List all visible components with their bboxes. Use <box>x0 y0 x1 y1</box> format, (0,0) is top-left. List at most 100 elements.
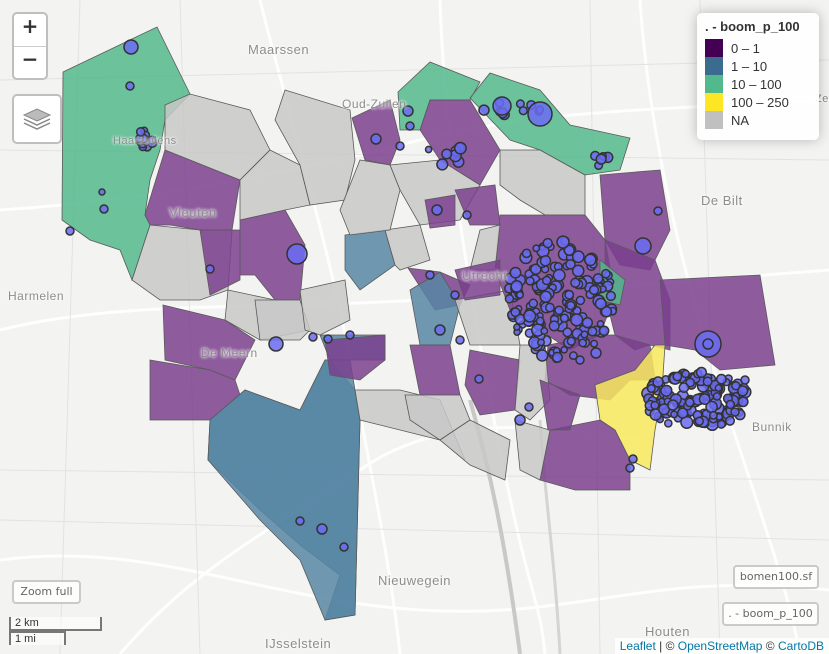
tree-point[interactable] <box>730 407 740 417</box>
tree-point[interactable] <box>595 153 607 165</box>
tree-point[interactable] <box>539 255 552 267</box>
tree-point[interactable] <box>556 235 570 249</box>
tree-point[interactable] <box>521 248 532 259</box>
tree-point[interactable] <box>592 273 604 284</box>
tree-point[interactable] <box>695 366 708 379</box>
tree-point[interactable] <box>694 416 704 426</box>
tree-point[interactable] <box>650 400 660 410</box>
tree-point[interactable] <box>660 384 673 397</box>
tree-point[interactable] <box>478 104 490 116</box>
tree-point[interactable] <box>339 542 349 552</box>
tree-point[interactable] <box>678 382 690 393</box>
leaflet-link[interactable]: Leaflet <box>620 639 656 653</box>
tree-point[interactable] <box>712 392 722 401</box>
tree-point[interactable] <box>540 327 549 335</box>
tree-point[interactable] <box>532 244 541 253</box>
tree-point[interactable] <box>670 410 679 419</box>
tree-point[interactable] <box>528 298 539 309</box>
tree-point[interactable] <box>698 393 711 406</box>
tree-point[interactable] <box>566 336 576 346</box>
tree-point[interactable] <box>518 106 528 116</box>
tree-point[interactable] <box>564 289 575 300</box>
tree-point[interactable] <box>539 290 552 304</box>
tree-point[interactable] <box>474 374 484 384</box>
tree-point[interactable] <box>424 145 433 154</box>
tree-point[interactable] <box>714 384 723 392</box>
tree-point[interactable] <box>598 325 610 337</box>
tree-point[interactable] <box>653 206 663 216</box>
tree-point[interactable] <box>663 418 673 428</box>
tree-point[interactable] <box>450 290 460 300</box>
tree-point[interactable] <box>524 402 534 412</box>
tree-point[interactable] <box>587 326 598 337</box>
tree-point[interactable] <box>513 323 521 331</box>
tree-point[interactable] <box>562 327 573 338</box>
tree-point[interactable] <box>588 284 600 296</box>
tree-point[interactable] <box>286 243 308 265</box>
tree-point[interactable] <box>544 302 555 313</box>
tree-point[interactable] <box>583 253 597 267</box>
tree-point[interactable] <box>492 96 512 116</box>
tree-point[interactable] <box>323 334 333 344</box>
tree-point[interactable] <box>575 295 586 306</box>
tree-point[interactable] <box>405 121 415 131</box>
tree-point[interactable] <box>455 335 465 345</box>
osm-link[interactable]: OpenStreetMap <box>678 639 763 653</box>
tree-point[interactable] <box>559 313 570 323</box>
tree-point[interactable] <box>205 264 215 274</box>
tree-point[interactable] <box>125 81 135 91</box>
tree-point[interactable] <box>575 355 585 365</box>
tree-point[interactable] <box>65 226 75 236</box>
tree-point[interactable] <box>580 330 589 339</box>
tree-point[interactable] <box>590 339 599 348</box>
tree-point[interactable] <box>570 313 584 327</box>
tree-point[interactable] <box>566 300 576 311</box>
tree-point[interactable] <box>345 330 355 340</box>
tree-point[interactable] <box>504 294 515 304</box>
tree-point[interactable] <box>527 101 553 127</box>
tree-point[interactable] <box>628 454 638 464</box>
tree-point[interactable] <box>731 380 741 391</box>
tree-point[interactable] <box>525 276 535 286</box>
tree-point[interactable] <box>548 320 560 332</box>
tree-point[interactable] <box>565 258 576 270</box>
tree-point[interactable] <box>551 351 563 363</box>
tree-point[interactable] <box>425 270 435 280</box>
tree-point[interactable] <box>708 410 718 420</box>
tree-point[interactable] <box>509 266 522 279</box>
tree-point[interactable] <box>581 317 594 329</box>
tree-point[interactable] <box>268 336 284 352</box>
tree-point[interactable] <box>395 141 405 151</box>
tree-point[interactable] <box>702 338 714 350</box>
tree-point[interactable] <box>542 237 553 249</box>
tree-point[interactable] <box>590 347 602 359</box>
tree-point[interactable] <box>436 158 449 171</box>
tree-point[interactable] <box>702 376 713 387</box>
tree-point[interactable] <box>98 188 106 196</box>
tree-point[interactable] <box>514 414 526 426</box>
tree-point[interactable] <box>716 419 726 429</box>
tree-point[interactable] <box>672 371 683 382</box>
tree-point[interactable] <box>510 307 521 318</box>
tree-point[interactable] <box>510 280 524 293</box>
zoom-to-bomen-button[interactable]: bomen100.sf <box>733 565 819 589</box>
tree-point[interactable] <box>453 141 467 155</box>
tree-point[interactable] <box>594 297 607 310</box>
tree-point[interactable] <box>715 373 727 385</box>
tree-point[interactable] <box>667 399 679 411</box>
tree-point[interactable] <box>536 349 549 362</box>
tree-point[interactable] <box>725 399 736 410</box>
tree-point[interactable] <box>523 309 537 323</box>
tree-point[interactable] <box>570 277 581 288</box>
tree-point[interactable] <box>652 376 664 388</box>
tree-point[interactable] <box>681 369 690 379</box>
tree-point[interactable] <box>634 237 652 255</box>
tree-point[interactable] <box>684 397 695 408</box>
tree-point[interactable] <box>537 338 545 347</box>
zoom-in-button[interactable]: + <box>14 14 46 46</box>
cartodb-link[interactable]: CartoDB <box>778 639 824 653</box>
layers-button[interactable] <box>12 94 62 144</box>
tree-point[interactable] <box>434 324 446 336</box>
tree-point[interactable] <box>295 516 305 526</box>
tree-point[interactable] <box>441 148 453 160</box>
